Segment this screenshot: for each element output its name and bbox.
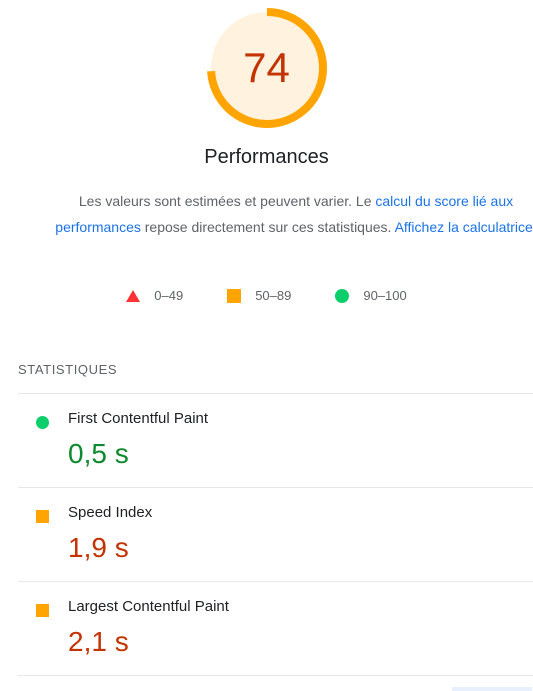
triangle-icon (126, 289, 141, 302)
circle-icon (335, 288, 350, 303)
legend-average-range: 50–89 (255, 288, 292, 303)
performance-gauge[interactable]: 74 (205, 6, 329, 130)
category-title: Performances (204, 146, 329, 168)
legend-pass-range: 90–100 (363, 288, 407, 303)
description-text-1: Les valeurs sont estimées et peuvent var… (78, 193, 376, 209)
square-icon (227, 288, 242, 303)
metric-value: 1,9 s (68, 532, 129, 563)
metric-name: Largest Contentful Paint (68, 598, 229, 615)
performance-gauge-wrapper: 74 (0, 6, 533, 130)
average-square-icon (36, 604, 49, 617)
score-legend: 0–49 50–89 90–100 (0, 288, 533, 303)
legend-pass: 90–100 (335, 288, 407, 303)
score-description: Les valeurs sont estimées et peuvent var… (52, 188, 533, 240)
metric-divider (18, 675, 533, 676)
metric-value: 0,5 s (68, 438, 129, 469)
legend-average: 50–89 (227, 288, 291, 303)
pass-circle-icon (36, 416, 49, 429)
legend-fail: 0–49 (126, 288, 183, 303)
metric-name: First Contentful Paint (68, 410, 209, 427)
metric-name: Speed Index (68, 504, 153, 521)
metric-value: 2,1 s (68, 626, 129, 657)
metric-largest-contentful-paint: Largest Contentful Paint 2,1 s (18, 582, 533, 674)
average-square-icon (36, 510, 49, 523)
calculator-link[interactable]: Affichez la calculatrice (395, 219, 533, 235)
legend-fail-range: 0–49 (154, 288, 184, 303)
statistics-heading: STATISTIQUES (18, 362, 118, 377)
next-section-hint (452, 687, 532, 691)
description-text-2: repose directement sur ces statistiques. (140, 219, 395, 235)
performance-score: 74 (243, 44, 290, 91)
metric-first-contentful-paint: First Contentful Paint 0,5 s (18, 394, 533, 486)
metric-speed-index: Speed Index 1,9 s (18, 488, 533, 580)
